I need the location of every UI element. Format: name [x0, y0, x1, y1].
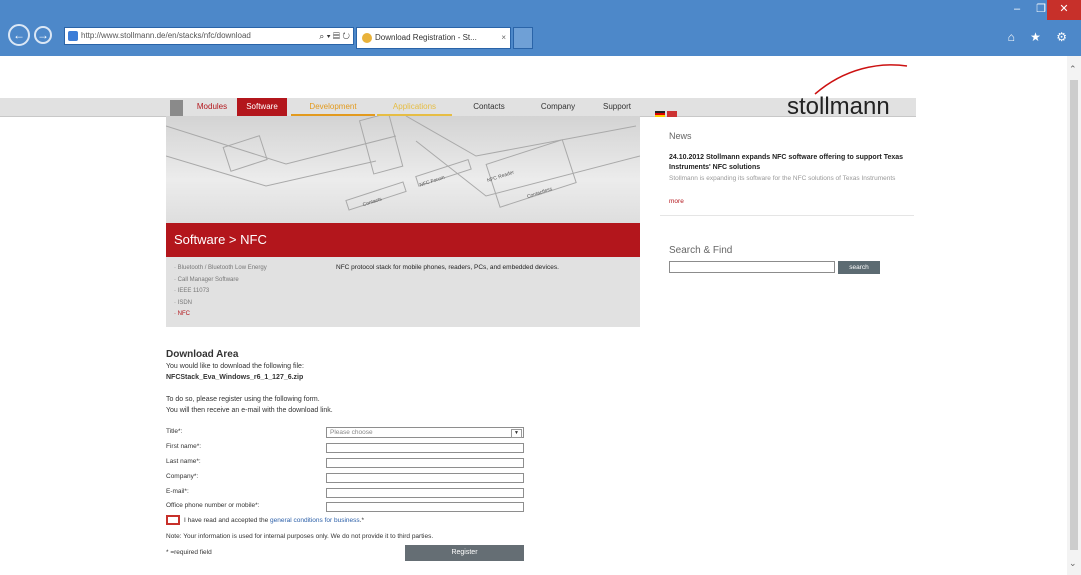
sub-item-ieee[interactable]: · IEEE 11073: [174, 286, 267, 298]
company-field[interactable]: [326, 473, 524, 483]
scroll-up-icon[interactable]: ⌃: [1069, 64, 1077, 75]
logo-text: stollmann: [787, 93, 890, 120]
address-tools-icon[interactable]: ⌕ ▾ ▤ ↻: [319, 28, 350, 44]
email-instruction: You will then receive an e-mail with the…: [166, 407, 333, 414]
last-name-label: Last name*:: [166, 458, 201, 465]
scroll-down-icon[interactable]: ⌄: [1069, 558, 1077, 569]
chevron-down-icon[interactable]: ▼: [511, 429, 522, 438]
address-text: http://www.stollmann.de/en/stacks/nfc/do…: [81, 31, 251, 40]
language-flags[interactable]: [655, 104, 679, 117]
hero-label-2: NFC Forum: [419, 175, 446, 189]
nav-software[interactable]: Software: [237, 98, 287, 116]
terms-link[interactable]: general conditions for business: [270, 517, 360, 524]
sub-item-isdn[interactable]: · ISDN: [174, 298, 267, 310]
hero-image: Contacts NFC Forum NFC Reader Contactles…: [166, 116, 640, 223]
section-title: Software > NFC: [166, 223, 640, 257]
register-instruction: To do so, please register using the foll…: [166, 396, 320, 403]
new-tab-button[interactable]: [513, 27, 533, 49]
news-heading: News: [669, 131, 692, 141]
title-label: Title*:: [166, 428, 183, 435]
sub-navigation-panel: · Bluetooth / Bluetooth Low Energy · Cal…: [166, 257, 640, 327]
sub-item-nfc[interactable]: · NFC: [174, 309, 267, 321]
download-heading: Download Area: [166, 349, 239, 360]
sub-item-bluetooth[interactable]: · Bluetooth / Bluetooth Low Energy: [174, 263, 267, 275]
search-input[interactable]: [669, 261, 835, 273]
last-name-field[interactable]: [326, 458, 524, 468]
home-favorites-settings-icon[interactable]: ⌂ ★ ⚙: [1008, 30, 1073, 44]
vertical-scrollbar[interactable]: ⌃ ⌄: [1067, 56, 1081, 575]
tab-close-icon[interactable]: ×: [501, 28, 506, 48]
nav-modules[interactable]: Modules: [190, 98, 234, 116]
nav-contacts[interactable]: Contacts: [458, 98, 520, 116]
nav-company[interactable]: Company: [528, 98, 588, 116]
download-filename: NFCStack_Eva_Windows_r6_1_127_6.zip: [166, 374, 304, 381]
register-button[interactable]: Register: [405, 545, 524, 561]
nav-development[interactable]: Development: [291, 98, 375, 116]
privacy-note: Note: Your information is used for inter…: [166, 533, 434, 540]
news-body: Stollmann is expanding its software for …: [669, 175, 896, 182]
nav-support[interactable]: Support: [594, 98, 640, 116]
terms-checkbox[interactable]: [166, 515, 180, 525]
phone-field[interactable]: [326, 502, 524, 512]
flag-en-icon[interactable]: [667, 111, 677, 117]
news-headline[interactable]: 24.10.2012 Stollmann expands NFC softwar…: [669, 153, 909, 173]
back-button[interactable]: ←: [8, 24, 30, 46]
nav-applications[interactable]: Applications: [377, 98, 452, 116]
site-favicon-icon: [68, 31, 78, 41]
phone-label: Office phone number or mobile*:: [166, 502, 260, 509]
sub-item-call-manager[interactable]: · Call Manager Software: [174, 275, 267, 287]
sub-description: NFC protocol stack for mobile phones, re…: [336, 264, 559, 271]
first-name-label: First name*:: [166, 443, 202, 450]
minimize-button[interactable]: –: [1004, 0, 1030, 20]
browser-chrome: ← → http://www.stollmann.de/en/stacks/nf…: [0, 0, 1081, 56]
close-button[interactable]: ✕: [1047, 0, 1081, 20]
hero-label-3: NFC Reader: [486, 170, 515, 184]
scroll-thumb[interactable]: [1070, 80, 1078, 550]
terms-label: I have read and accepted the general con…: [184, 517, 364, 524]
stollmann-logo[interactable]: stollmann: [785, 60, 920, 120]
title-select-value: Please choose: [330, 429, 373, 436]
search-button[interactable]: search: [838, 261, 880, 274]
required-note: * =required field: [166, 549, 212, 556]
divider: [660, 215, 914, 216]
search-heading: Search & Find: [669, 245, 733, 256]
email-label: E-mail*:: [166, 488, 189, 495]
hero-label-4: Contactless: [526, 186, 553, 200]
tab-title: Download Registration - St...: [375, 33, 477, 42]
sub-nav-list: · Bluetooth / Bluetooth Low Energy · Cal…: [174, 263, 267, 321]
address-bar[interactable]: http://www.stollmann.de/en/stacks/nfc/do…: [64, 27, 354, 45]
tab-download-registration[interactable]: Download Registration - St... ×: [356, 27, 511, 49]
tab-favicon-icon: [362, 33, 372, 43]
forward-arrow-icon: →: [37, 28, 49, 42]
title-select[interactable]: Please choose ▼: [326, 427, 524, 438]
back-arrow-icon: ←: [13, 28, 25, 42]
news-more-link[interactable]: more: [669, 198, 684, 205]
flag-de-icon[interactable]: [655, 111, 665, 117]
download-intro: You would like to download the following…: [166, 363, 304, 370]
menu-icon[interactable]: [170, 100, 183, 116]
hero-label-1: Contacts: [362, 196, 383, 208]
first-name-field[interactable]: [326, 443, 524, 453]
company-label: Company*:: [166, 473, 199, 480]
forward-button[interactable]: →: [34, 26, 52, 44]
email-field[interactable]: [326, 488, 524, 498]
